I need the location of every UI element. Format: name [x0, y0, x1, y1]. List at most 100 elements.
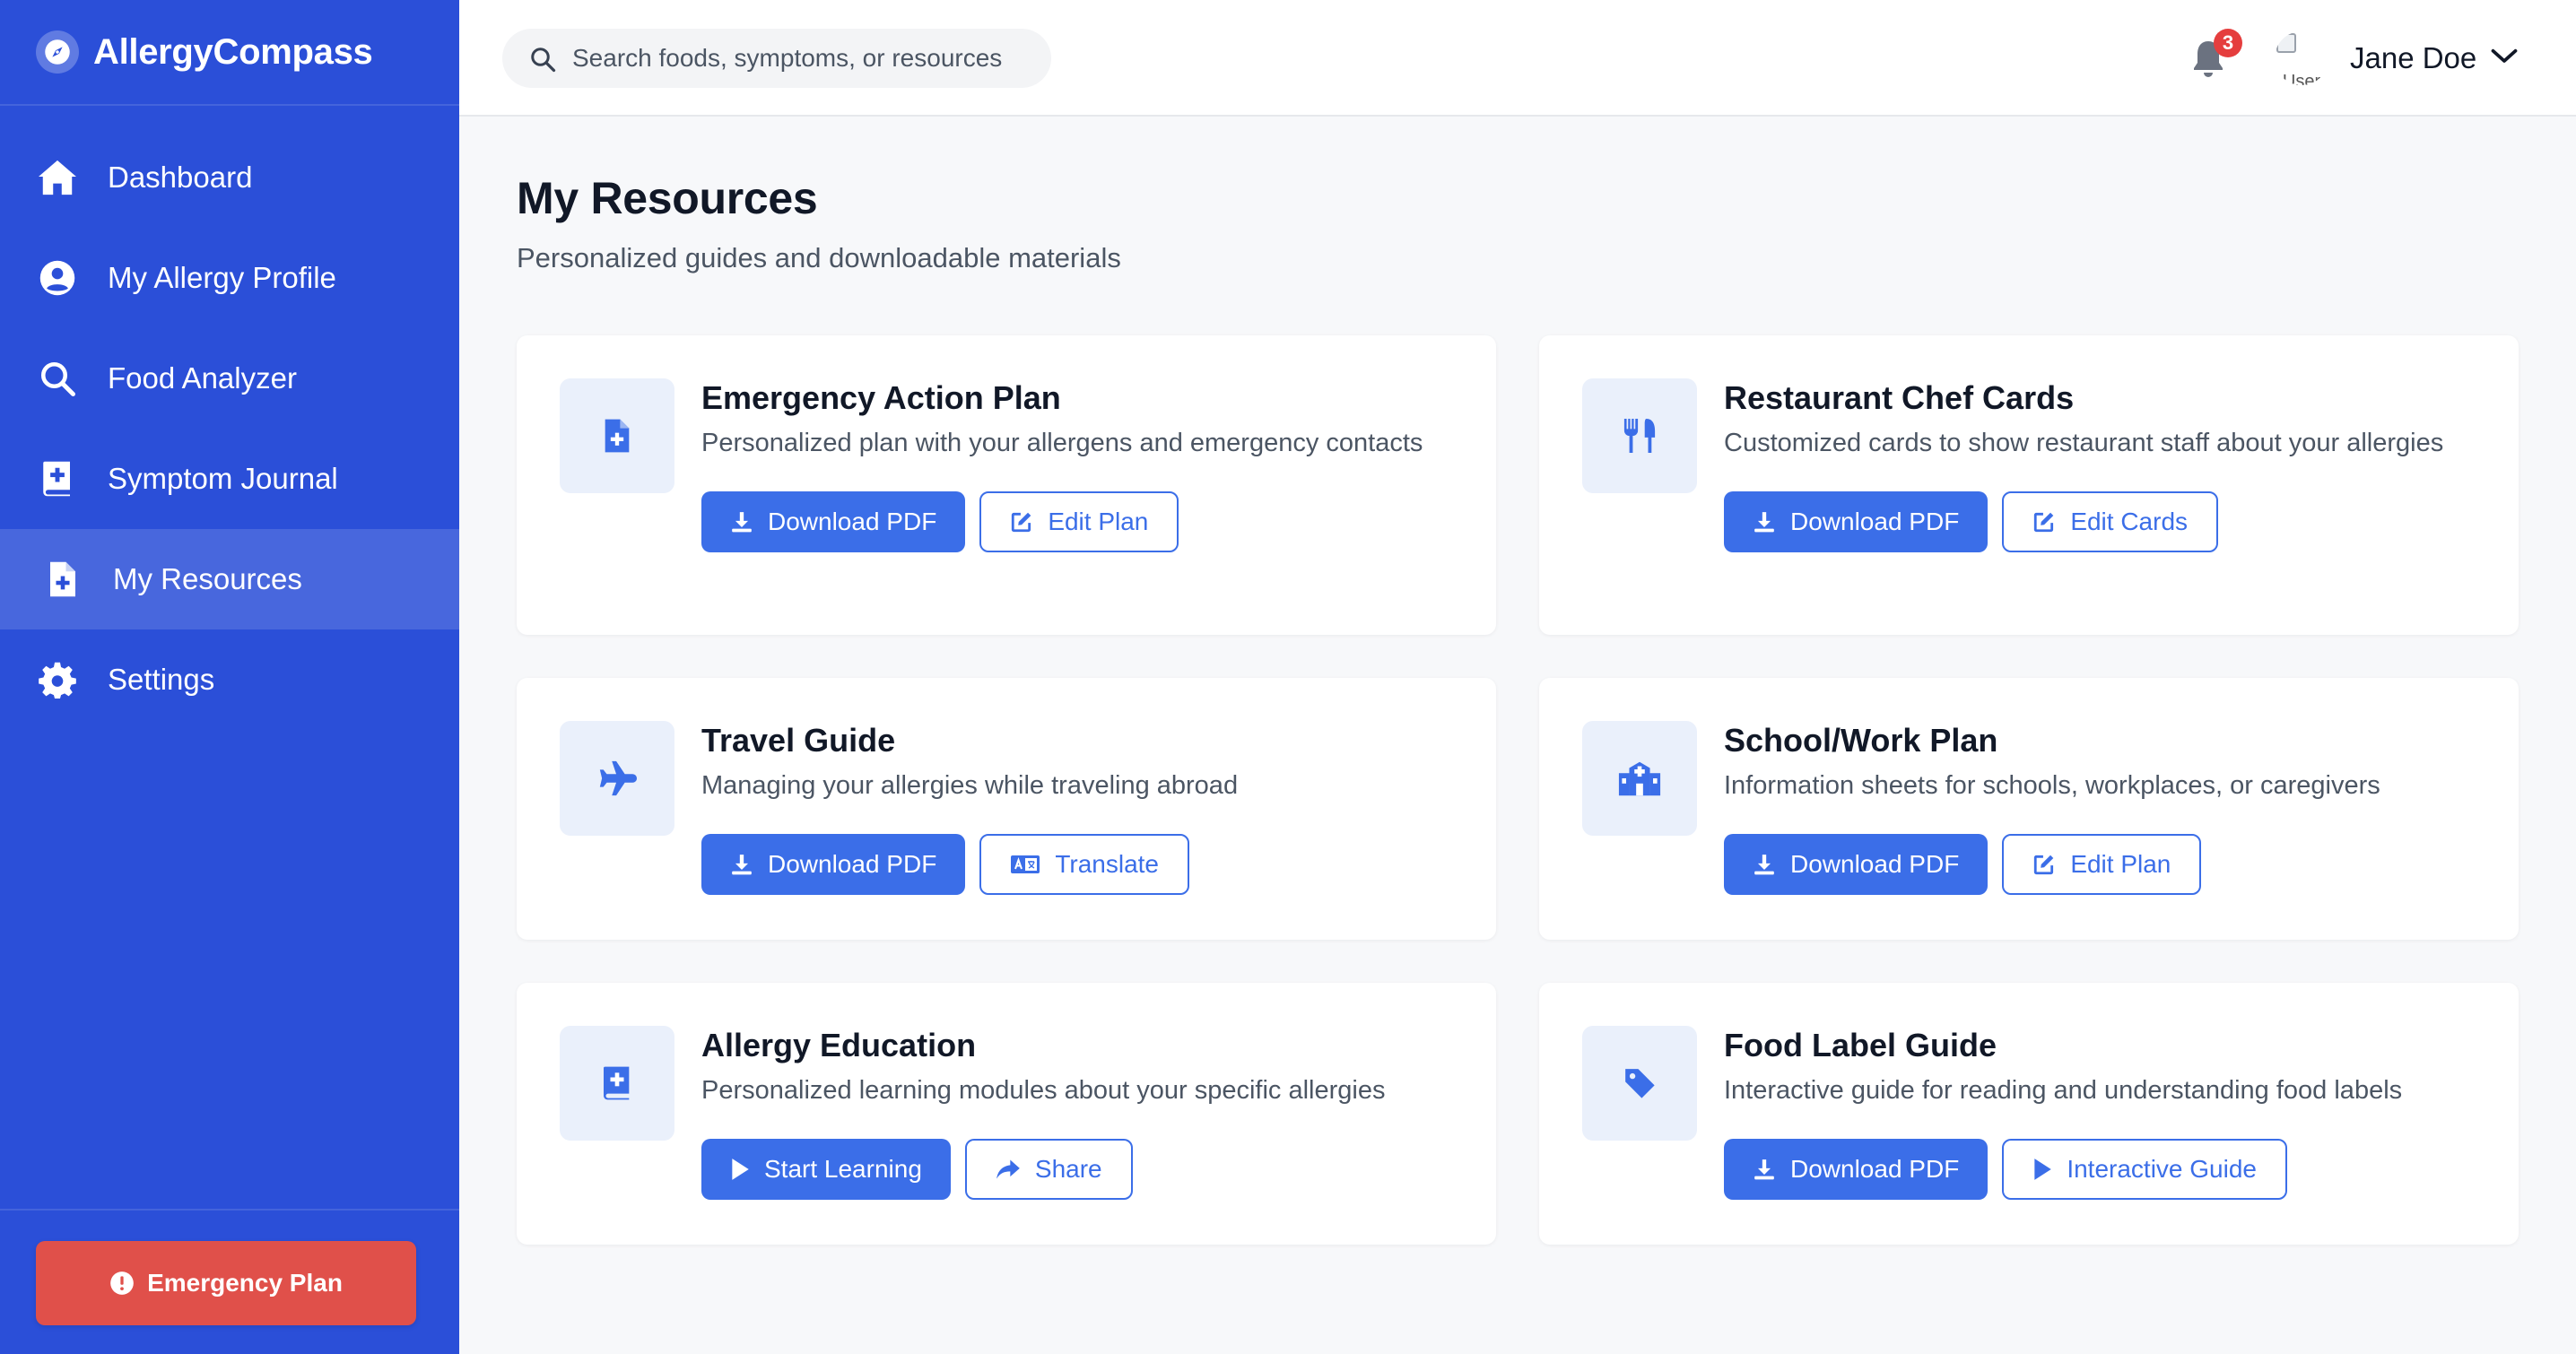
sidebar-item-settings[interactable]: Settings	[0, 629, 459, 730]
card-description: Personalized learning modules about your…	[701, 1076, 1386, 1105]
edit-plan-button[interactable]: Edit Plan	[979, 491, 1179, 552]
interactive-guide-button[interactable]: Interactive Guide	[2002, 1139, 2287, 1200]
search-box[interactable]	[502, 29, 1051, 88]
notifications-button[interactable]: 3	[2190, 29, 2244, 86]
download-pdf-button[interactable]: Download PDF	[1724, 834, 1989, 895]
card-title: Restaurant Chef Cards	[1724, 379, 2075, 416]
card-title: Food Label Guide	[1724, 1027, 1997, 1063]
medical-book-icon	[36, 457, 79, 500]
card-title: Travel Guide	[701, 722, 896, 759]
sidebar-item-label: Settings	[108, 663, 215, 696]
edit-icon	[2032, 853, 2056, 876]
download-pdf-button[interactable]: Download PDF	[1724, 491, 1989, 552]
chevron-down-icon	[2491, 48, 2518, 70]
button-label: Download PDF	[1790, 508, 1960, 535]
card-actions: Start Learning Share	[701, 1139, 1453, 1200]
sidebar-item-label: Symptom Journal	[108, 462, 338, 495]
plane-icon	[560, 721, 674, 836]
page-subtitle: Personalized guides and downloadable mat…	[517, 242, 1121, 273]
page-title: My Resources	[517, 173, 818, 223]
card-title: Emergency Action Plan	[701, 379, 1061, 416]
card-description: Personalized plan with your allergens an…	[701, 429, 1423, 457]
edit-icon	[1010, 510, 1033, 534]
download-pdf-button[interactable]: Download PDF	[701, 491, 966, 552]
compass-icon	[36, 30, 79, 74]
gear-icon	[36, 658, 79, 701]
user-circle-icon	[36, 256, 79, 299]
resource-card-restaurant-chef-cards: Restaurant Chef Cards Customized cards t…	[1539, 335, 2519, 635]
sidebar-footer: Emergency Plan	[0, 1209, 459, 1354]
edit-plan-button[interactable]: Edit Plan	[2002, 834, 2202, 895]
emergency-plan-label: Emergency Plan	[147, 1269, 343, 1297]
download-icon	[1753, 853, 1776, 876]
card-title: Allergy Education	[701, 1027, 977, 1063]
sidebar-item-symptom-journal[interactable]: Symptom Journal	[0, 429, 459, 529]
avatar-alt-text: User	[2282, 72, 2321, 85]
start-learning-button[interactable]: Start Learning	[701, 1139, 951, 1200]
home-icon	[36, 156, 79, 199]
button-label: Translate	[1055, 850, 1159, 878]
card-title: School/Work Plan	[1724, 722, 1998, 759]
main-content: My Resources Personalized guides and dow…	[517, 117, 2519, 1245]
resource-card-food-label-guide: Food Label Guide Interactive guide for r…	[1539, 983, 2519, 1245]
resource-card-school-work-plan: School/Work Plan Information sheets for …	[1539, 678, 2519, 940]
user-menu[interactable]: User Jane Doe	[2275, 27, 2518, 90]
translate-button[interactable]: Translate	[979, 834, 1189, 895]
button-label: Edit Plan	[2070, 850, 2171, 878]
sidebar-item-label: Food Analyzer	[108, 361, 297, 395]
resource-grid: Emergency Action Plan Personalized plan …	[517, 335, 2519, 1245]
translate-icon	[1010, 855, 1040, 874]
exclamation-circle-icon	[109, 1271, 135, 1296]
sidebar-item-food-analyzer[interactable]: Food Analyzer	[0, 328, 459, 429]
top-bar: 3 User Jane Doe	[459, 0, 2576, 117]
button-label: Download PDF	[1790, 850, 1960, 878]
card-actions: Download PDF Interactive Guide	[1724, 1139, 2476, 1200]
edit-cards-button[interactable]: Edit Cards	[2002, 491, 2219, 552]
card-description: Managing your allergies while traveling …	[701, 771, 1239, 800]
sidebar-item-my-allergy-profile[interactable]: My Allergy Profile	[0, 228, 459, 328]
medical-book-icon	[560, 1026, 674, 1141]
card-actions: Download PDF Translate	[701, 834, 1453, 895]
resource-card-allergy-education: Allergy Education Personalized learning …	[517, 983, 1496, 1245]
download-icon	[730, 853, 753, 876]
button-label: Download PDF	[768, 850, 937, 878]
button-label: Share	[1034, 1155, 1102, 1183]
sidebar: AllergyCompass Dashboard My Allergy Prof…	[0, 0, 459, 1354]
download-pdf-button[interactable]: Download PDF	[701, 834, 966, 895]
share-icon	[996, 1159, 1021, 1180]
brand-name: AllergyCompass	[93, 31, 373, 72]
button-label: Download PDF	[768, 508, 937, 535]
sidebar-item-label: My Resources	[113, 562, 302, 595]
sidebar-item-my-resources[interactable]: My Resources	[0, 529, 459, 629]
button-label: Download PDF	[1790, 1155, 1960, 1183]
play-icon	[730, 1158, 750, 1181]
brand[interactable]: AllergyCompass	[0, 0, 459, 106]
button-label: Edit Cards	[2070, 508, 2189, 535]
file-medical-icon	[560, 378, 674, 493]
utensils-icon	[1582, 378, 1697, 493]
button-label: Edit Plan	[1048, 508, 1149, 535]
button-label: Interactive Guide	[2067, 1155, 2257, 1183]
download-icon	[1753, 510, 1776, 534]
button-label: Start Learning	[764, 1155, 922, 1183]
card-actions: Download PDF Edit Cards	[1724, 491, 2476, 552]
school-icon	[1582, 721, 1697, 836]
file-medical-icon	[41, 558, 84, 601]
resource-card-travel-guide: Travel Guide Managing your allergies whi…	[517, 678, 1496, 940]
share-button[interactable]: Share	[964, 1139, 1133, 1200]
search-icon	[529, 46, 556, 77]
download-icon	[1753, 1158, 1776, 1181]
emergency-plan-button[interactable]: Emergency Plan	[36, 1241, 416, 1325]
download-pdf-button[interactable]: Download PDF	[1724, 1139, 1989, 1200]
card-description: Customized cards to show restaurant staf…	[1724, 429, 2444, 457]
avatar: User	[2275, 31, 2328, 85]
edit-icon	[2032, 510, 2056, 534]
card-description: Information sheets for schools, workplac…	[1724, 771, 2380, 800]
notification-badge: 3	[2214, 29, 2242, 57]
search-icon	[36, 357, 79, 400]
sidebar-item-dashboard[interactable]: Dashboard	[0, 127, 459, 228]
search-input[interactable]	[572, 44, 1021, 73]
resource-card-emergency-action-plan: Emergency Action Plan Personalized plan …	[517, 335, 1496, 635]
card-actions: Download PDF Edit Plan	[701, 491, 1453, 552]
broken-image-icon	[2276, 33, 2296, 53]
